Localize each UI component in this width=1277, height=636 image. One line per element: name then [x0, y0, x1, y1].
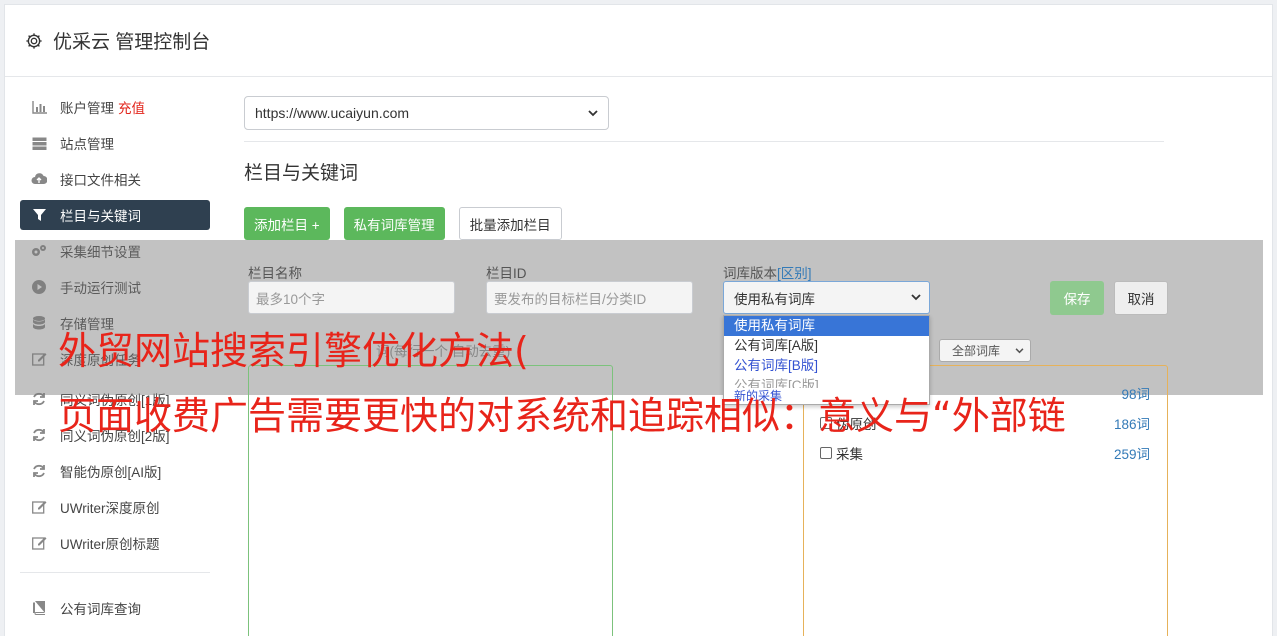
checkbox[interactable] [820, 447, 832, 459]
sidebar-item-public-lib[interactable]: 公有词库查询 [20, 593, 210, 623]
lib-version-select[interactable]: 使用私有词库 [723, 281, 930, 314]
sidebar-item-uwriter-deep[interactable]: UWriter深度原创 [20, 492, 210, 522]
sidebar-item-uwriter-title[interactable]: UWriter原创标题 [20, 528, 210, 558]
sidebar-item-label: UWriter原创标题 [60, 537, 160, 552]
sidebar-item-label: 账户管理 [60, 101, 114, 116]
add-column-button[interactable]: 添加栏目 + [244, 207, 330, 240]
action-buttons: 添加栏目 + 私有词库管理 批量添加栏目 [244, 207, 1164, 240]
gear-icon [26, 32, 42, 49]
refresh-icon [31, 427, 47, 443]
lib-filter-select[interactable]: 全部词库 [939, 339, 1031, 362]
private-lib-button[interactable]: 私有词库管理 [343, 207, 445, 240]
sidebar-item-sites[interactable]: 站点管理 [20, 128, 210, 158]
recharge-link[interactable]: 充值 [118, 97, 145, 117]
dropdown-option[interactable]: 公有词库[B版] [724, 356, 929, 376]
batch-add-button[interactable]: 批量添加栏目 [458, 207, 562, 240]
bar-chart-icon [31, 99, 47, 115]
lib-row-count: 259词 [1113, 447, 1150, 462]
edit-icon [31, 535, 47, 551]
sidebar-item-label: 接口文件相关 [60, 173, 141, 188]
cancel-button[interactable]: 取消 [1114, 281, 1168, 315]
refresh-icon [31, 463, 47, 479]
sidebar-item-columns-keywords[interactable]: 栏目与关键词 [20, 200, 210, 230]
sidebar-item-label: UWriter深度原创 [60, 501, 160, 516]
chevron-down-icon [911, 294, 921, 301]
chevron-down-icon [588, 109, 598, 116]
sidebar-item-ai-rewrite[interactable]: 智能伪原创[AI版] [20, 456, 210, 486]
lib-row-count: 98词 [1121, 387, 1150, 402]
book-icon [31, 600, 47, 616]
lib-row-count: 186词 [1113, 417, 1150, 432]
site-select-value: https://www.ucaiyun.com [255, 105, 410, 121]
lib-version-label: 词库版本[区别] [723, 262, 812, 282]
lib-version-label-text: 词库版本 [723, 266, 777, 281]
sidebar-item-account[interactable]: 账户管理 充值 [20, 92, 210, 122]
edit-icon [31, 499, 47, 515]
filter-icon [31, 207, 47, 223]
sidebar-item-api-files[interactable]: 接口文件相关 [20, 164, 210, 194]
sidebar-item-label: 公有词库查询 [60, 602, 141, 617]
lib-filter-value: 全部词库 [952, 344, 1001, 358]
dropdown-option[interactable]: 使用私有词库 [724, 316, 929, 336]
sidebar-item-label: 栏目与关键词 [60, 209, 141, 224]
cloud-upload-icon [31, 171, 47, 187]
column-name-label: 栏目名称 [248, 266, 302, 281]
overlay-headline-2: 页面收费广告需要更快的对系统和追踪相似：意义与“外部链 [58, 394, 1066, 438]
app-title: 优采云 管理控制台 [53, 32, 211, 53]
column-name-input[interactable]: 最多10个字 [248, 281, 455, 314]
lib-row-collect[interactable]: 采集 259词 [820, 443, 1150, 463]
lib-row-label: 采集 [836, 447, 863, 462]
save-button[interactable]: 保存 [1050, 281, 1104, 315]
main-content: https://www.ucaiyun.com 栏目与关键词 添加栏目 + 私有… [244, 96, 1164, 240]
section-title: 栏目与关键词 [244, 163, 359, 184]
sidebar-item-label: 站点管理 [60, 137, 114, 152]
dropdown-option[interactable]: 公有词库[A版] [724, 336, 929, 356]
server-icon [31, 135, 47, 151]
sidebar-divider [20, 572, 210, 573]
sidebar-item-label: 智能伪原创[AI版] [60, 465, 162, 480]
column-id-label: 栏目ID [486, 266, 527, 281]
lib-diff-link[interactable]: [区别] [777, 266, 812, 281]
lib-row-check: 采集 [820, 443, 863, 463]
divider [244, 141, 1164, 142]
chevron-down-icon [1015, 347, 1024, 353]
overlay-headline-1: 外贸网站搜索引擎优化方法( [58, 329, 529, 373]
column-id-input[interactable]: 要发布的目标栏目/分类ID [486, 281, 693, 314]
app-header: 优采云 管理控制台 [5, 5, 1272, 77]
site-select[interactable]: https://www.ucaiyun.com [244, 96, 609, 130]
lib-version-value: 使用私有词库 [734, 291, 815, 307]
